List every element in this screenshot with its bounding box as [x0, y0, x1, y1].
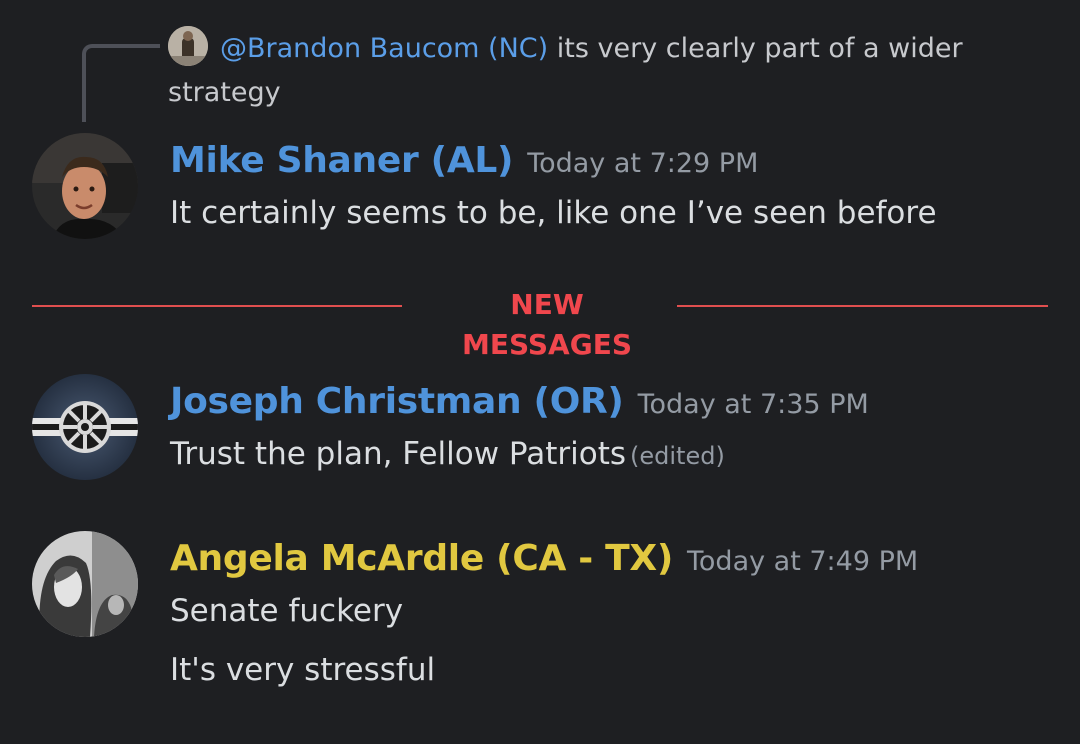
- divider-line-right: [677, 305, 1048, 307]
- message-header: Angela McArdle (CA - TX) Today at 7:49 PM: [170, 538, 918, 579]
- avatar-angela-mcardle[interactable]: [32, 531, 138, 637]
- author-name[interactable]: Joseph Christman (OR): [170, 381, 624, 422]
- author-name[interactable]: Mike Shaner (AL): [170, 140, 513, 181]
- message-timestamp[interactable]: Today at 7:49 PM: [687, 546, 918, 577]
- message-text: It certainly seems to be, like one I’ve …: [170, 195, 937, 231]
- author-name[interactable]: Angela McArdle (CA - TX): [170, 538, 673, 579]
- chat-message-list: @Brandon Baucom (NC) its very clearly pa…: [0, 0, 1080, 744]
- reply-connector: [82, 44, 160, 122]
- message-text: Trust the plan, Fellow Patriots: [170, 436, 626, 472]
- message-header: Mike Shaner (AL) Today at 7:29 PM: [170, 140, 758, 181]
- avatar-mike-shaner[interactable]: [32, 133, 138, 239]
- divider-line-left: [32, 305, 402, 307]
- message-header: Joseph Christman (OR) Today at 7:35 PM: [170, 381, 869, 422]
- new-messages-divider: NEW MESSAGES: [32, 285, 1048, 365]
- edited-label: (edited): [630, 442, 725, 470]
- message-timestamp[interactable]: Today at 7:35 PM: [638, 389, 869, 420]
- reply-avatar[interactable]: [168, 26, 208, 66]
- message-timestamp[interactable]: Today at 7:29 PM: [527, 148, 758, 179]
- avatar-image: [32, 531, 138, 637]
- message-text-row: Trust the plan, Fellow Patriots (edited): [170, 436, 725, 472]
- avatar-joseph-christman[interactable]: [32, 374, 138, 480]
- reply-preview[interactable]: @Brandon Baucom (NC) its very clearly pa…: [168, 27, 988, 115]
- avatar-image: [32, 133, 138, 239]
- reply-avatar-image: [168, 26, 208, 66]
- message-text: It's very stressful: [170, 652, 436, 688]
- message-text: Senate fuckery: [170, 593, 404, 629]
- new-messages-label: NEW MESSAGES: [425, 285, 669, 365]
- reply-mention[interactable]: @Brandon Baucom (NC): [220, 33, 548, 64]
- imperial-emblem-icon: [32, 374, 138, 480]
